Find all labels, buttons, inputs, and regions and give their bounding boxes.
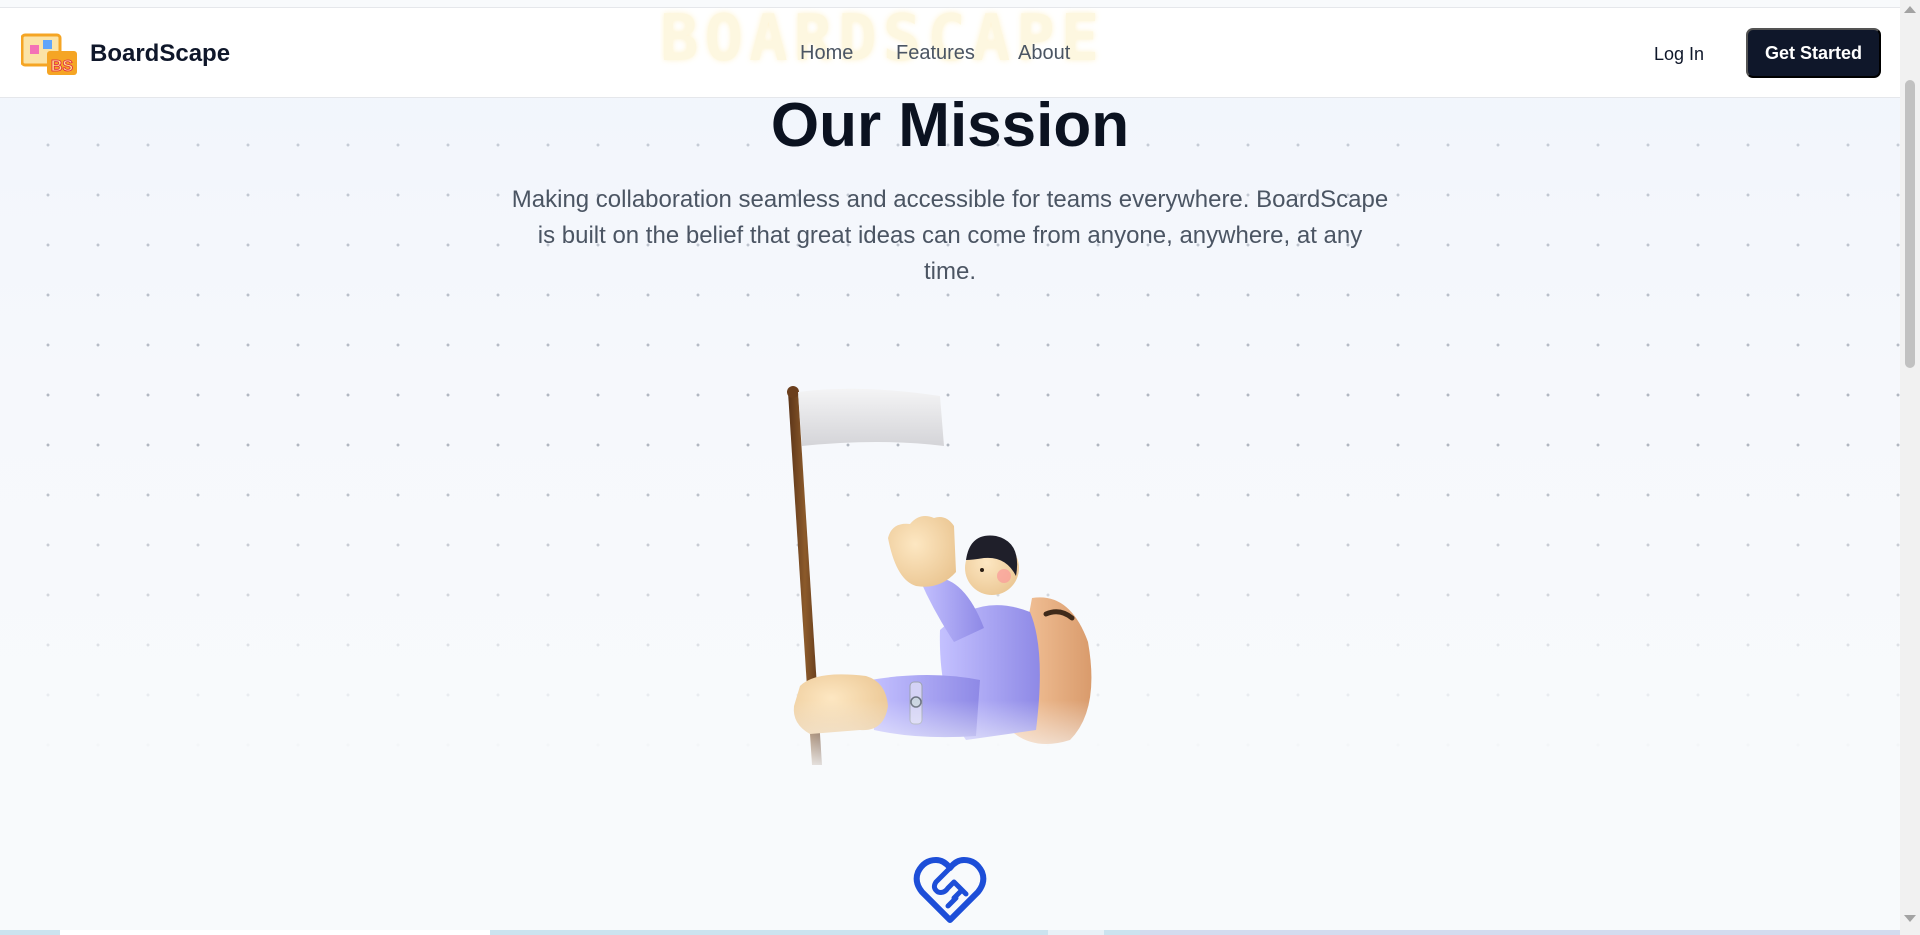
get-started-button[interactable]: Get Started [1746, 28, 1881, 78]
site-header: BOARDSCAPE BS BoardScape Home Features A… [0, 2, 1900, 98]
scroll-down-arrow-icon[interactable] [1904, 915, 1916, 922]
boardscape-logo-icon[interactable]: BS [21, 33, 79, 77]
heart-handshake-icon [913, 857, 987, 923]
logo-text: BS [51, 58, 74, 75]
nav-features[interactable]: Features [896, 42, 975, 65]
brand-name[interactable]: BoardScape [90, 40, 230, 68]
nav-about[interactable]: About [1018, 42, 1070, 65]
scroll-thumb[interactable] [1905, 80, 1915, 368]
illustration-fade [760, 700, 1160, 780]
page-scrollbar[interactable] [1900, 0, 1920, 935]
scroll-up-arrow-icon[interactable] [1904, 6, 1916, 13]
mission-subtitle: Making collaboration seamless and access… [511, 186, 1389, 285]
login-link[interactable]: Log In [1654, 44, 1704, 65]
next-section-strip [0, 930, 1900, 935]
mission-title: Our Mission [770, 91, 1130, 160]
nav-home[interactable]: Home [800, 42, 853, 65]
